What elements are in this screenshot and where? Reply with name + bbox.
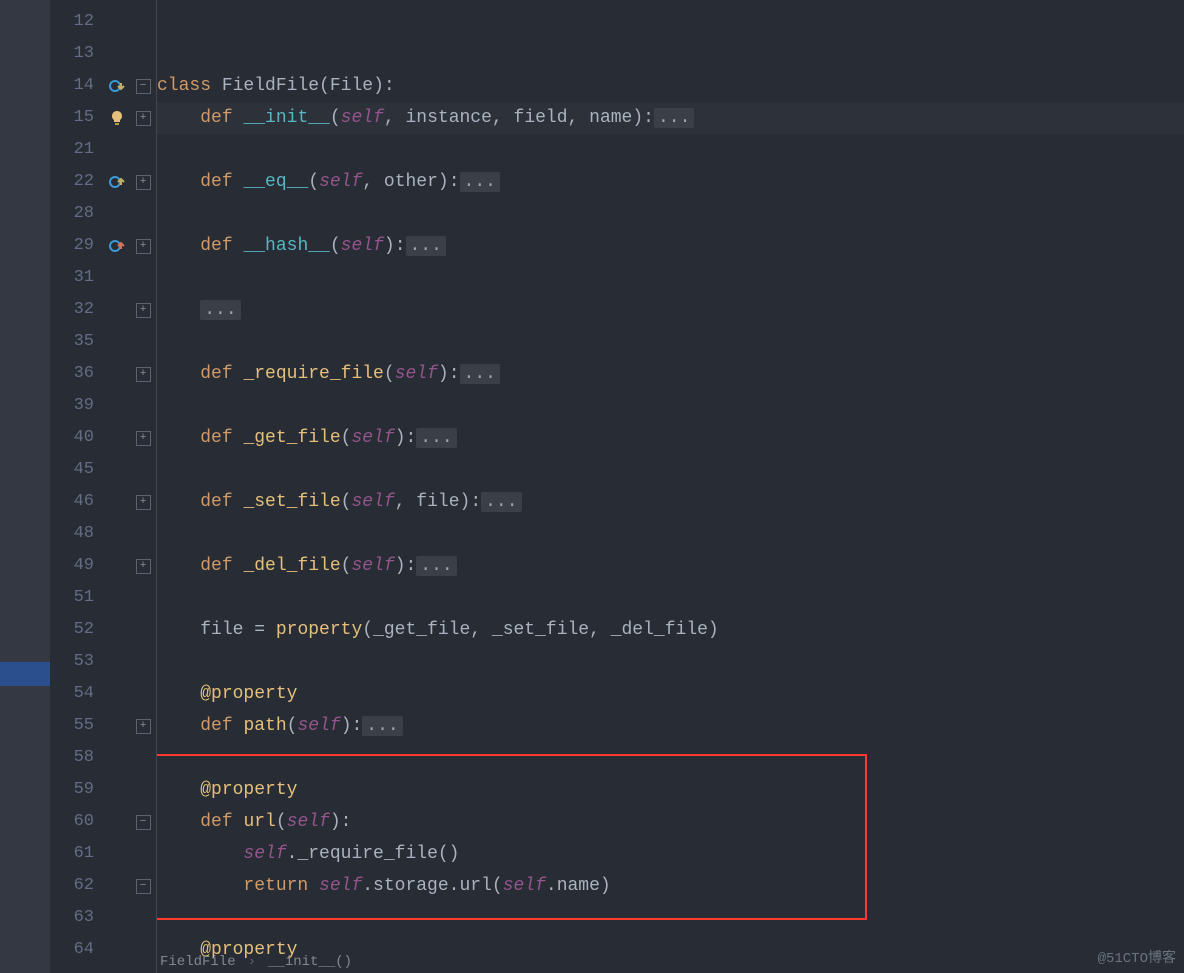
line-number[interactable]: 21 bbox=[50, 134, 104, 166]
base-class: File bbox=[330, 76, 373, 96]
line-number[interactable]: 62 bbox=[50, 870, 104, 902]
fold-expand-icon[interactable]: + bbox=[136, 559, 151, 574]
folded-ellipsis[interactable]: ... bbox=[416, 556, 456, 576]
fold-expand-icon[interactable]: + bbox=[136, 431, 151, 446]
line-number[interactable]: 31 bbox=[50, 262, 104, 294]
folded-ellipsis[interactable]: ... bbox=[460, 364, 500, 384]
method-hash: __hash__ bbox=[243, 236, 329, 256]
keyword-return: return bbox=[243, 876, 308, 896]
file-assign: file = bbox=[200, 620, 276, 640]
line-number[interactable]: 59 bbox=[50, 774, 104, 806]
line-number[interactable]: 54 bbox=[50, 678, 104, 710]
line-number[interactable]: 22 bbox=[50, 166, 104, 198]
fold-expand-icon[interactable]: + bbox=[136, 175, 151, 190]
method-set-file: _set_file bbox=[243, 492, 340, 512]
method-eq: __eq__ bbox=[243, 172, 308, 192]
editor-root: 12 13 14 15 21 22 28 29 31 32 35 36 39 4… bbox=[0, 0, 1184, 973]
method-del-file: _del_file bbox=[243, 556, 340, 576]
folded-ellipsis[interactable]: ... bbox=[406, 236, 446, 256]
fold-collapse-icon[interactable]: − bbox=[136, 815, 151, 830]
breadcrumb: FieldFile › __init__() bbox=[160, 951, 352, 973]
keyword-class: class bbox=[157, 76, 211, 96]
decorator-property: @property bbox=[200, 780, 297, 800]
line-number[interactable]: 60 bbox=[50, 806, 104, 838]
folded-ellipsis[interactable]: ... bbox=[654, 108, 694, 128]
breadcrumb-separator-icon: › bbox=[248, 954, 256, 970]
override-up-icon[interactable] bbox=[104, 230, 130, 262]
folded-ellipsis[interactable]: ... bbox=[460, 172, 500, 192]
line-number[interactable]: 29 bbox=[50, 230, 104, 262]
fold-expand-icon[interactable]: + bbox=[136, 719, 151, 734]
line-number[interactable]: 64 bbox=[50, 934, 104, 966]
line-number[interactable]: 39 bbox=[50, 390, 104, 422]
fold-expand-icon[interactable]: + bbox=[136, 239, 151, 254]
fold-collapse-icon[interactable]: − bbox=[136, 79, 151, 94]
sidebar-selection bbox=[0, 662, 50, 686]
line-number[interactable]: 53 bbox=[50, 646, 104, 678]
fold-expand-icon[interactable]: + bbox=[136, 111, 151, 126]
property-builtin: property bbox=[276, 620, 362, 640]
line-number[interactable]: 40 bbox=[50, 422, 104, 454]
line-number[interactable]: 15 bbox=[50, 102, 104, 134]
fold-expand-icon[interactable]: + bbox=[136, 367, 151, 382]
line-number[interactable]: 46 bbox=[50, 486, 104, 518]
line-number[interactable]: 28 bbox=[50, 198, 104, 230]
gutter-icons bbox=[104, 0, 130, 973]
line-number[interactable]: 45 bbox=[50, 454, 104, 486]
line-number[interactable]: 49 bbox=[50, 550, 104, 582]
breadcrumb-method[interactable]: __init__() bbox=[268, 954, 352, 970]
class-name: FieldFile bbox=[211, 76, 319, 96]
method-get-file: _get_file bbox=[243, 428, 340, 448]
code-area[interactable]: class FieldFile(File): def __init__(self… bbox=[157, 0, 1184, 973]
line-number[interactable]: 35 bbox=[50, 326, 104, 358]
method-init: __init__ bbox=[243, 108, 329, 128]
fold-expand-icon[interactable]: + bbox=[136, 303, 151, 318]
line-number[interactable]: 58 bbox=[50, 742, 104, 774]
tool-sidebar bbox=[0, 0, 50, 973]
fold-expand-icon[interactable]: + bbox=[136, 495, 151, 510]
line-number[interactable]: 36 bbox=[50, 358, 104, 390]
line-number[interactable]: 55 bbox=[50, 710, 104, 742]
line-number[interactable]: 12 bbox=[50, 6, 104, 38]
line-number[interactable]: 63 bbox=[50, 902, 104, 934]
decorator-property: @property bbox=[200, 684, 297, 704]
line-number-gutter: 12 13 14 15 21 22 28 29 31 32 35 36 39 4… bbox=[50, 0, 104, 973]
current-line[interactable]: def __init__(self, instance, field, name… bbox=[157, 102, 1184, 134]
folded-ellipsis[interactable]: ... bbox=[200, 300, 240, 320]
line-number[interactable]: 61 bbox=[50, 838, 104, 870]
method-url: url bbox=[243, 812, 275, 832]
folded-ellipsis[interactable]: ... bbox=[362, 716, 402, 736]
line-number[interactable]: 51 bbox=[50, 582, 104, 614]
intention-bulb-icon[interactable] bbox=[104, 102, 130, 134]
breadcrumb-class[interactable]: FieldFile bbox=[160, 954, 236, 970]
fold-gutter: − + + + + + + + + + − − bbox=[130, 0, 157, 973]
method-path: path bbox=[243, 716, 286, 736]
override-up-icon[interactable] bbox=[104, 166, 130, 198]
method-require-file: _require_file bbox=[243, 364, 383, 384]
fold-collapse-icon[interactable]: − bbox=[136, 879, 151, 894]
line-number[interactable]: 32 bbox=[50, 294, 104, 326]
override-down-icon[interactable] bbox=[104, 70, 130, 102]
line-number[interactable]: 48 bbox=[50, 518, 104, 550]
line-number[interactable]: 14 bbox=[50, 70, 104, 102]
folded-ellipsis[interactable]: ... bbox=[416, 428, 456, 448]
line-number[interactable]: 13 bbox=[50, 38, 104, 70]
line-number[interactable]: 52 bbox=[50, 614, 104, 646]
folded-ellipsis[interactable]: ... bbox=[481, 492, 521, 512]
